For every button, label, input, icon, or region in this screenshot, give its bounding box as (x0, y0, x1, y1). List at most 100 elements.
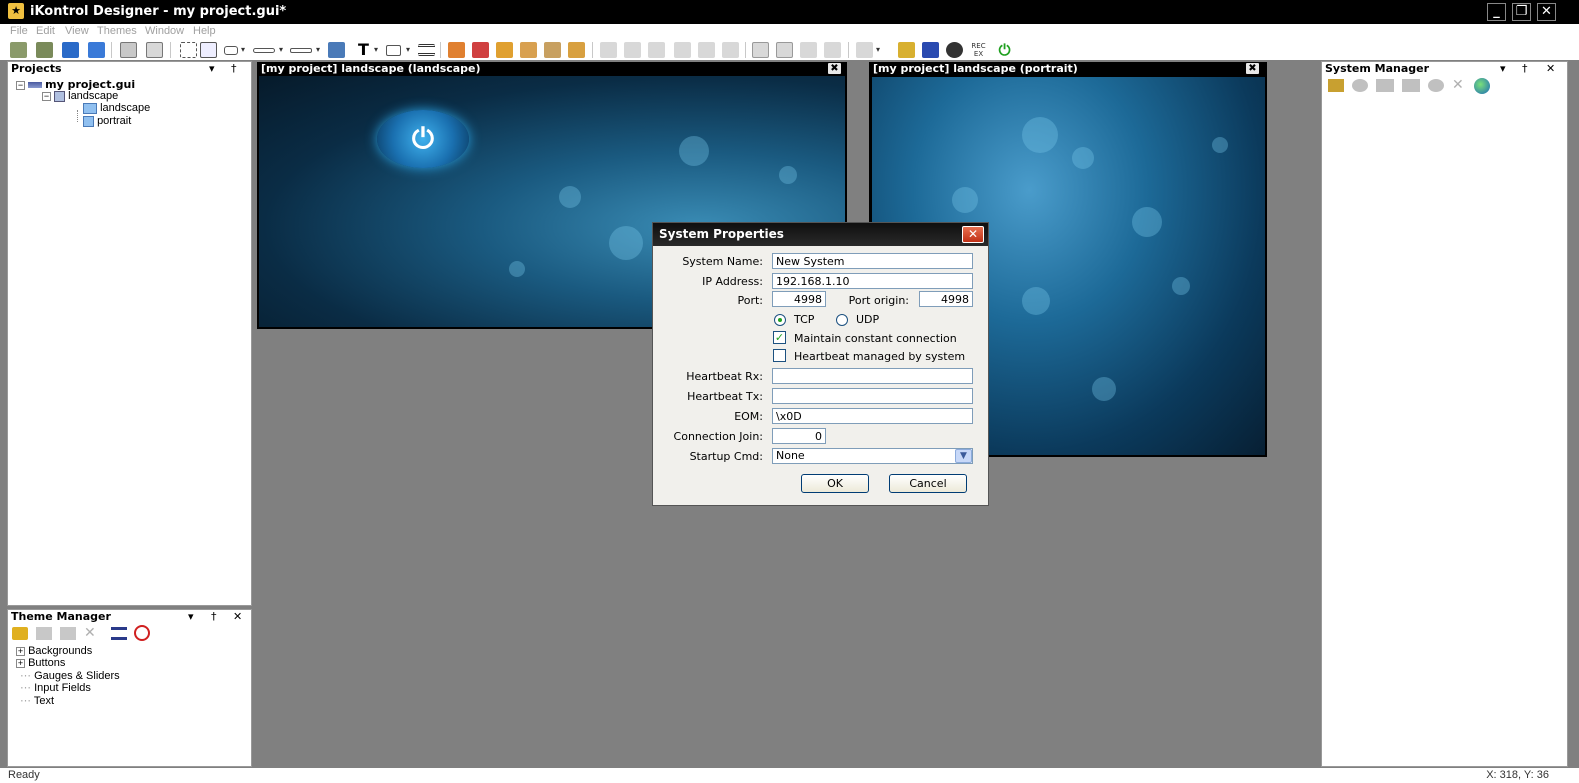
power-icon[interactable]: ⏻ (996, 42, 1013, 58)
pin-icon[interactable]: † (231, 62, 237, 76)
startup-cmd-select[interactable]: None ▼ (772, 448, 973, 464)
open-project-icon[interactable] (10, 42, 27, 58)
save-all-icon[interactable] (88, 42, 105, 58)
align-icon[interactable] (600, 42, 617, 58)
close-panel-icon[interactable]: ✕ (233, 610, 242, 624)
heartbeat-managed-checkbox[interactable] (773, 349, 786, 362)
close-project-icon[interactable] (36, 42, 53, 58)
theme-tools-icon[interactable] (472, 42, 489, 58)
text-dropdown-icon[interactable]: ▾ (374, 45, 381, 55)
tcp-radio[interactable] (774, 314, 786, 326)
input-field-icon[interactable] (386, 45, 401, 56)
align-icon[interactable] (674, 42, 691, 58)
save-icon[interactable] (62, 42, 79, 58)
collapse-icon[interactable]: − (16, 80, 25, 90)
panel-dropdown-icon[interactable]: ▾ (209, 62, 215, 76)
align-icon[interactable] (800, 42, 817, 58)
heartbeat-tx-input[interactable] (772, 388, 973, 404)
tree-item[interactable]: landscape (83, 102, 150, 115)
power-button[interactable]: ⏻ (377, 110, 469, 168)
menu-edit[interactable]: Edit (36, 25, 55, 37)
connection-join-input[interactable] (772, 428, 826, 444)
udp-radio[interactable] (836, 314, 848, 326)
port-origin-input[interactable] (919, 291, 973, 307)
close-window-button[interactable]: ✕ (1537, 3, 1556, 21)
text-tool-icon[interactable]: T (355, 42, 372, 58)
system-config-icon[interactable] (1428, 79, 1444, 92)
paste-theme-icon[interactable] (60, 627, 76, 640)
slider-icon[interactable] (253, 48, 275, 53)
button-icon[interactable] (224, 46, 238, 55)
maintain-connection-checkbox[interactable]: ✓ (773, 331, 786, 344)
gauge-dropdown-icon[interactable]: ▾ (316, 45, 323, 55)
system-dropdown-icon[interactable]: ▾ (876, 45, 883, 55)
theme-tools-icon[interactable] (568, 42, 585, 58)
system-name-input[interactable] (772, 253, 973, 269)
copy-theme-icon[interactable] (36, 627, 52, 640)
maximize-button[interactable]: ❐ (1512, 3, 1531, 21)
image-icon[interactable] (328, 42, 345, 58)
system-icon[interactable] (898, 42, 915, 58)
theme-item[interactable]: ⋯ Text (20, 695, 54, 708)
gauge-icon[interactable] (290, 48, 312, 53)
theme-tools-icon[interactable] (496, 42, 513, 58)
menu-help[interactable]: Help (193, 25, 216, 37)
align-icon[interactable] (752, 42, 769, 58)
port-input[interactable] (772, 291, 826, 307)
collapse-icon[interactable]: − (42, 91, 51, 101)
close-doc-button[interactable]: ✖ (1246, 63, 1259, 74)
close-doc-button[interactable]: ✖ (828, 63, 841, 74)
music-icon[interactable] (922, 42, 939, 58)
tree-item[interactable]: portrait (83, 115, 131, 128)
input-dropdown-icon[interactable]: ▾ (406, 45, 413, 55)
eom-input[interactable] (772, 408, 973, 424)
button-dropdown-icon[interactable]: ▾ (241, 45, 248, 55)
theme-item[interactable]: ⋯ Input Fields (20, 682, 91, 695)
system-command-icon[interactable] (1402, 79, 1420, 92)
theme-tools-icon[interactable] (448, 42, 465, 58)
pointer-add-icon[interactable] (200, 42, 217, 58)
cancel-button[interactable]: Cancel (889, 474, 967, 493)
align-icon[interactable] (648, 42, 665, 58)
theme-tools-icon[interactable] (544, 42, 561, 58)
align-icon[interactable] (698, 42, 715, 58)
slider-dropdown-icon[interactable]: ▾ (279, 45, 286, 55)
page-copy-icon[interactable] (146, 42, 163, 58)
minimize-button[interactable]: _ (1487, 3, 1506, 21)
system-settings-icon[interactable] (1352, 79, 1368, 92)
select-area-icon[interactable] (180, 42, 197, 58)
align-icon[interactable] (776, 42, 793, 58)
menu-window[interactable]: Window (145, 25, 184, 37)
system-icon[interactable] (856, 42, 873, 58)
theme-item[interactable]: + Buttons (16, 657, 65, 670)
chevron-down-icon[interactable]: ▼ (955, 449, 972, 463)
system-gears-icon[interactable] (1376, 79, 1394, 92)
align-icon[interactable] (824, 42, 841, 58)
menu-file[interactable]: File (10, 25, 28, 37)
pin-icon[interactable]: † (211, 610, 217, 624)
menu-themes[interactable]: Themes (97, 25, 137, 37)
pin-icon[interactable]: † (1522, 62, 1528, 76)
menu-view[interactable]: View (65, 25, 89, 37)
dialog-close-button[interactable]: ✕ (962, 226, 984, 243)
no-theme-icon[interactable] (134, 625, 150, 641)
ip-address-input[interactable] (772, 273, 973, 289)
align-icon[interactable] (722, 42, 739, 58)
panel-dropdown-icon[interactable]: ▾ (188, 610, 194, 624)
globe-icon[interactable] (1474, 78, 1490, 94)
panel-dropdown-icon[interactable]: ▾ (1500, 62, 1506, 76)
delete-theme-icon[interactable]: ✕ (84, 625, 96, 641)
settings-icon[interactable] (946, 42, 963, 58)
align-icon[interactable] (624, 42, 641, 58)
expand-icon[interactable]: + (16, 658, 25, 668)
delete-system-icon[interactable]: ✕ (1452, 77, 1464, 93)
heartbeat-rx-input[interactable] (772, 368, 973, 384)
expand-icon[interactable]: + (16, 646, 25, 656)
add-theme-icon[interactable] (12, 627, 28, 640)
list-icon[interactable] (418, 44, 435, 56)
page-icon[interactable] (120, 42, 137, 58)
theme-list-icon[interactable] (111, 627, 127, 640)
ok-button[interactable]: OK (801, 474, 869, 493)
rec-icon[interactable]: REC EX (970, 42, 987, 58)
close-panel-icon[interactable]: ✕ (1546, 62, 1555, 76)
